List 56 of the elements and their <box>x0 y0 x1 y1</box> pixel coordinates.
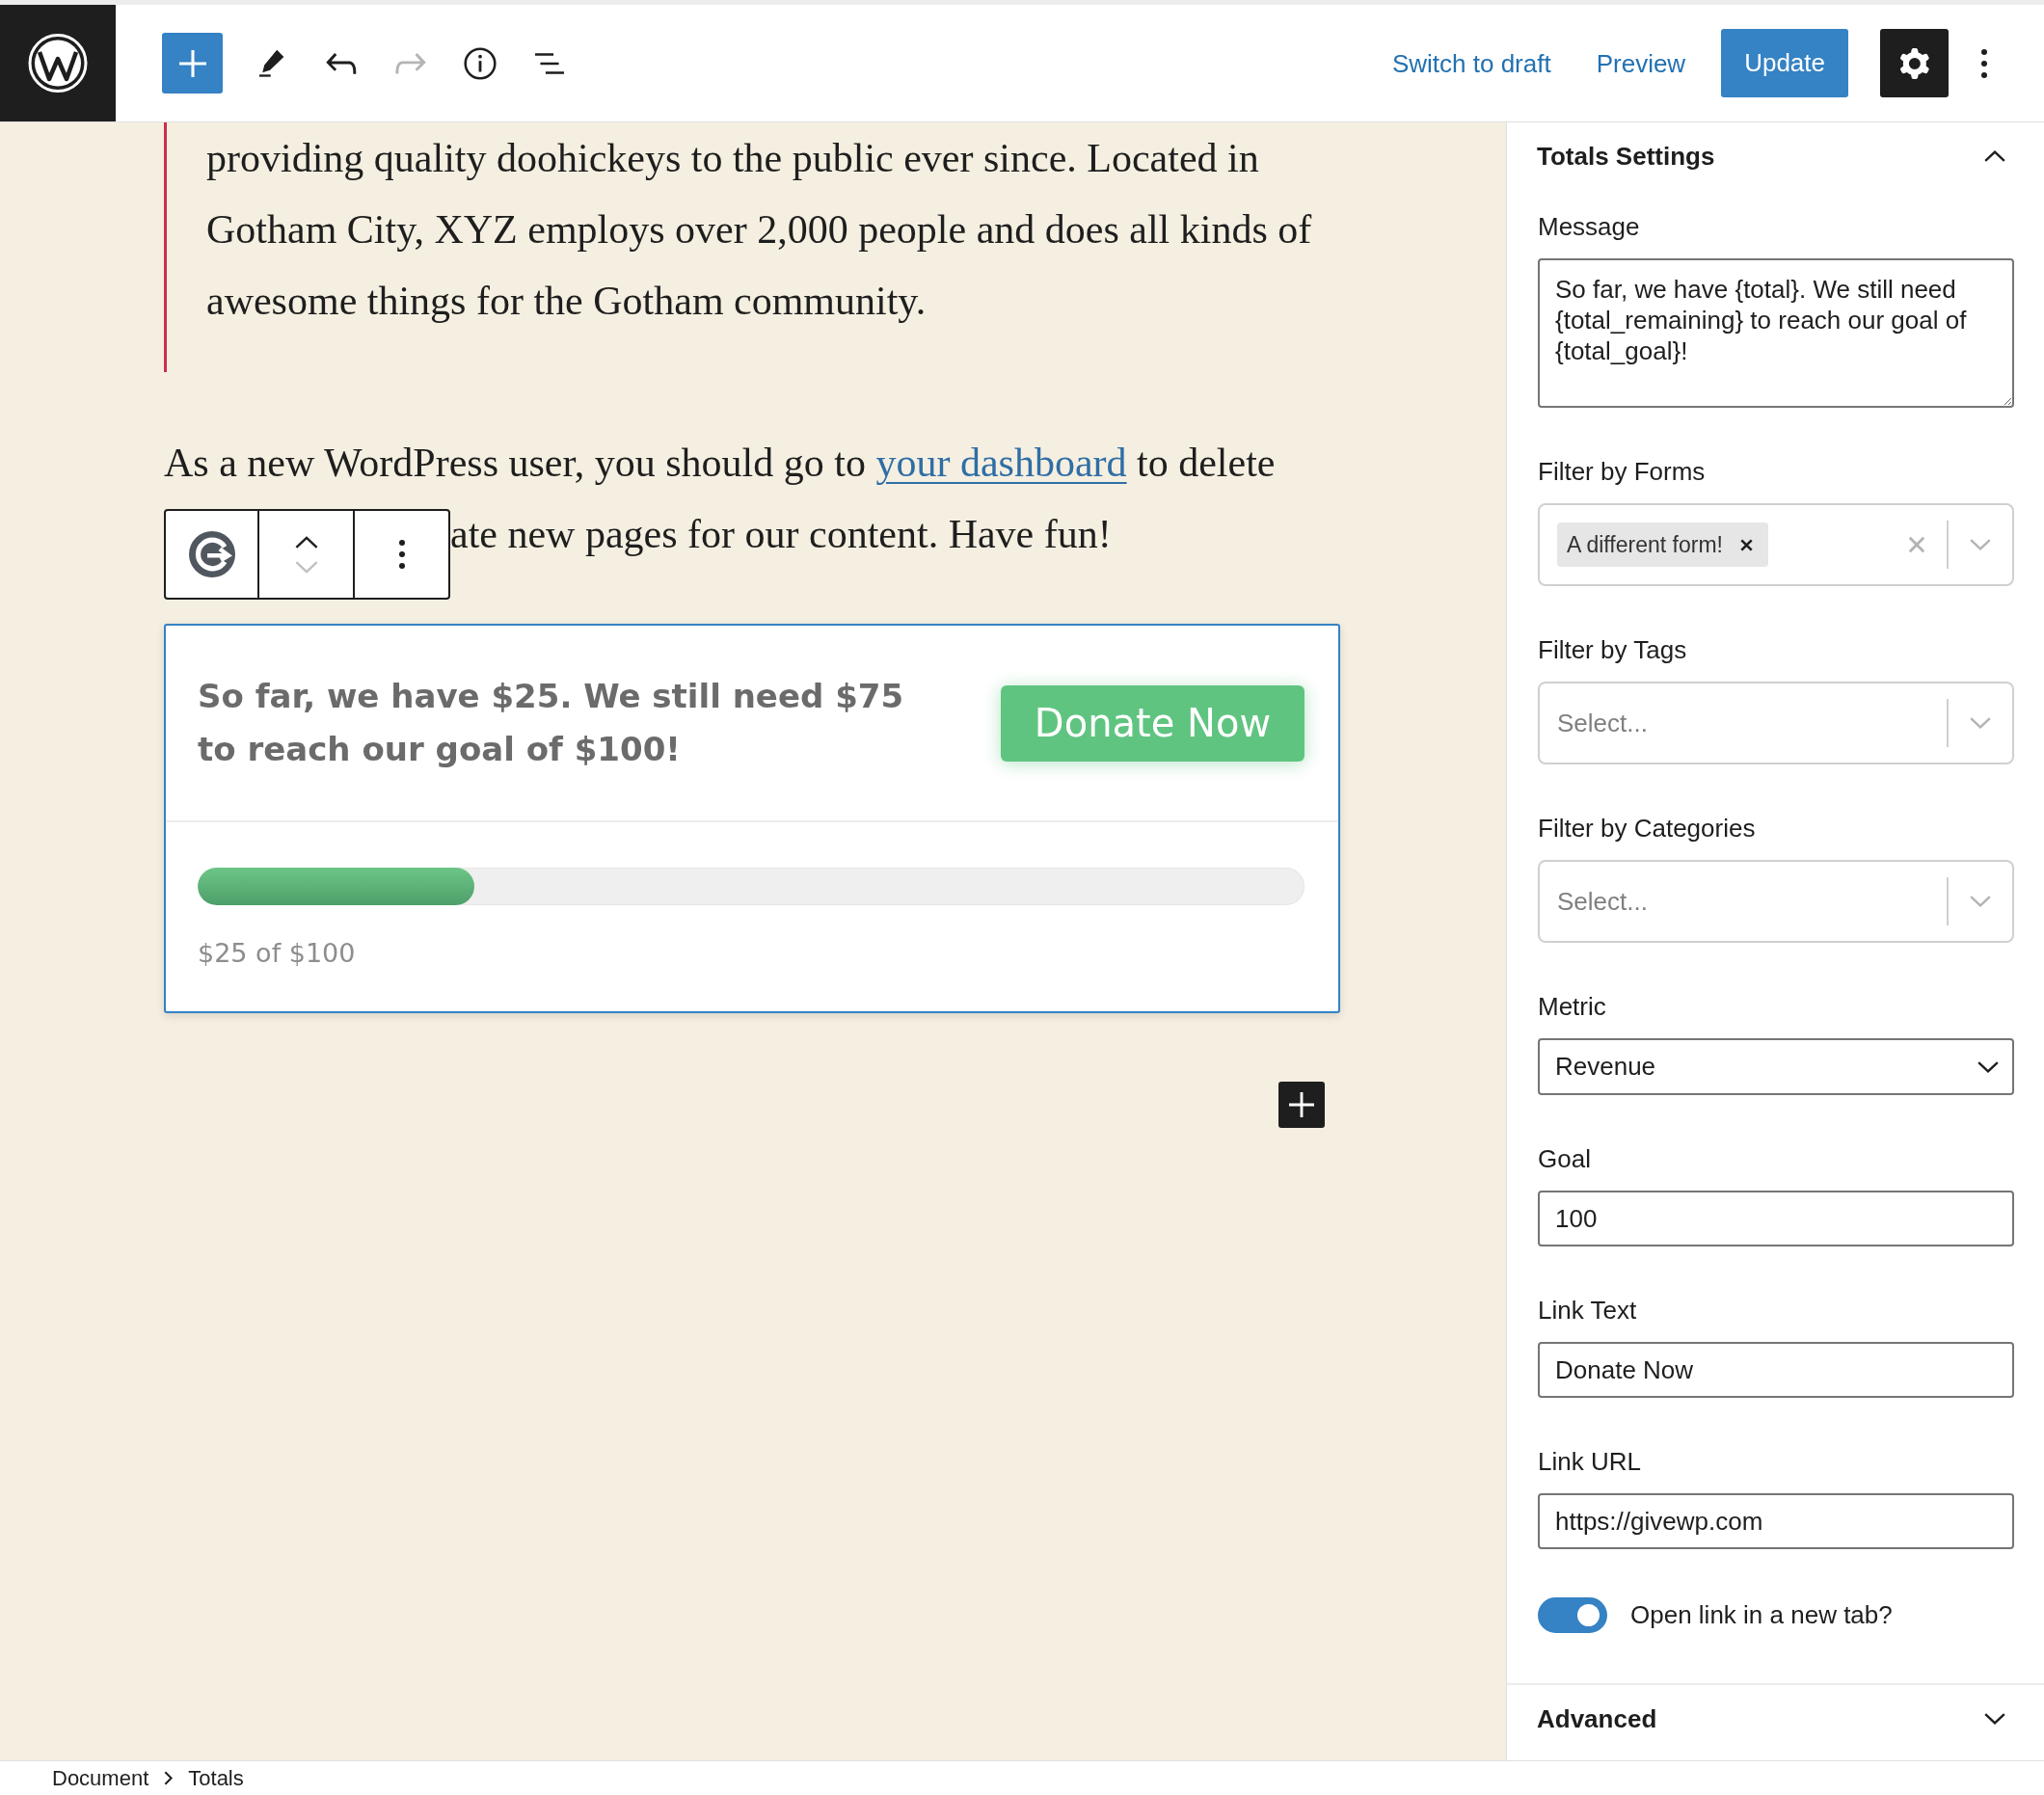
chevron-up-icon <box>294 535 318 549</box>
breadcrumb-link[interactable]: Totals <box>188 1763 244 1793</box>
pencil-icon <box>259 49 284 77</box>
field-label: Metric <box>1538 991 1606 1022</box>
plus-icon <box>178 49 206 77</box>
text-input[interactable]: Donate Now <box>1538 1342 2014 1398</box>
advanced-toggle[interactable]: Advanced <box>1507 1683 2044 1753</box>
toggle-label: Open link in a new tab? <box>1630 1600 1893 1630</box>
circle-logo-icon <box>188 531 235 577</box>
plus-icon <box>1289 1092 1314 1117</box>
field-label: Link Text <box>1538 1295 1637 1326</box>
text-area[interactable]: So far, we have {total}. We still need {total_remaining} to reach our goal of {total_goal}! <box>1538 258 2014 408</box>
field-label: Filter by Categories <box>1538 813 1756 844</box>
toggle-switch[interactable] <box>1538 1597 1607 1633</box>
multi-select-field[interactable]: Select... <box>1538 860 2014 943</box>
multi-select-field[interactable]: A different form! <box>1538 503 2014 586</box>
chevron-down-icon <box>1984 1713 2005 1725</box>
quote-text: providing quality doohickeys to the public ever since. Located in Gotham City, XYZ employs over 2,000 people and does all kinds of awesome things for the Gotham community. <box>205 135 1313 325</box>
tag-label: A different form! <box>1567 531 1723 558</box>
switch-to-draft-button[interactable]: Switch to draft <box>1391 43 1551 83</box>
field-label: Link URL <box>1538 1446 1641 1477</box>
field-label: Goal <box>1538 1143 1591 1174</box>
goal-message: So far, we have $25. We still need $75 to reach our goal of $100! <box>198 676 905 770</box>
list-icon <box>535 52 564 74</box>
logo-icon[interactable] <box>0 5 116 121</box>
vertical-dots-icon <box>398 540 405 569</box>
settings-button[interactable] <box>1880 29 1949 97</box>
inserter-button[interactable] <box>162 33 223 94</box>
text-input[interactable]: 100 <box>1538 1191 2014 1246</box>
dropdown[interactable]: Revenue <box>1538 1038 2014 1095</box>
settings-icon <box>1899 47 1929 79</box>
chevron-down-icon <box>1977 1060 1999 1073</box>
paragraph-text: ate new pages for our content. Have fun! <box>450 511 1112 558</box>
remove-icon[interactable] <box>1739 538 1753 551</box>
preview-button[interactable]: Preview <box>1596 43 1686 83</box>
multi-select-field[interactable]: Select... <box>1538 682 2014 764</box>
field-label: Filter by Tags <box>1538 634 1687 665</box>
progress-text: $25 of $100 <box>198 937 357 970</box>
select-input[interactable]: Select... <box>1557 886 1947 917</box>
field-label: Message <box>1538 211 1640 242</box>
breadcrumb-link[interactable]: Document <box>52 1763 149 1793</box>
panel-toggle[interactable]: Totals Settings <box>1507 122 2044 190</box>
chevron-right-icon <box>164 1771 174 1785</box>
paragraph-text: As a new WordPress user, you should go to your dashboard to delete <box>164 440 1277 487</box>
redo-icon <box>395 52 426 74</box>
select-input[interactable]: Select... <box>1557 708 1947 738</box>
undo-icon <box>326 52 357 74</box>
info-icon <box>464 46 497 80</box>
add-block-button[interactable] <box>1278 1082 1325 1128</box>
chevron-down-icon <box>294 560 318 574</box>
dashboard-link[interactable]: your dashboard <box>875 441 1127 485</box>
text-input[interactable]: https://givewp.com <box>1538 1493 2014 1549</box>
update-button[interactable]: Update <box>1721 29 1848 97</box>
chevron-up-icon <box>1984 150 2005 162</box>
vertical-dots-icon <box>1981 48 1987 78</box>
field-label: Filter by Forms <box>1538 456 1706 487</box>
